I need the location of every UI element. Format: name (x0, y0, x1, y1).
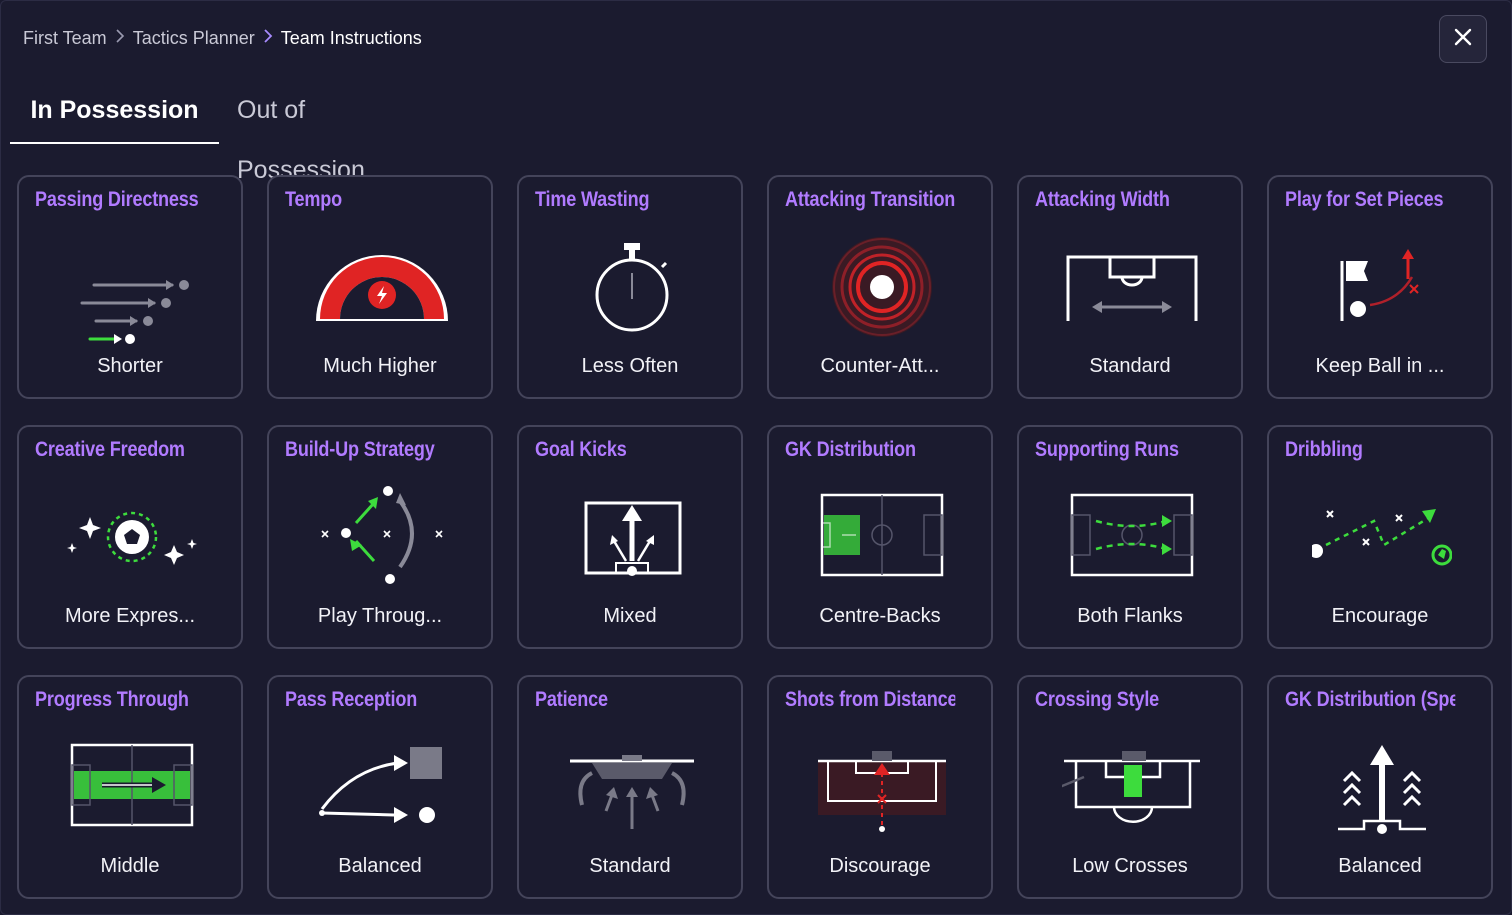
card-progress-through[interactable]: Progress Through Middle (17, 675, 243, 899)
card-value: More Expres... (64, 605, 196, 627)
card-title: Dribbling (1285, 438, 1363, 461)
card-value: Play Throug... (317, 605, 443, 627)
card-value: Counter-Att... (820, 355, 940, 377)
card-attacking-transition[interactable]: Attacking Transition Counter-Att... (767, 175, 993, 399)
card-passing-directness[interactable]: Passing Directness Shorter (17, 175, 243, 399)
stopwatch-icon (562, 225, 702, 355)
card-play-for-set-pieces[interactable]: Play for Set Pieces Keep Ball in ... (1267, 175, 1493, 399)
card-title: Attacking Width (1035, 188, 1170, 211)
card-value: Much Higher (323, 355, 437, 377)
card-title: Creative Freedom (35, 438, 185, 461)
card-title: Play for Set Pieces (1285, 188, 1444, 211)
card-value: Discourage (829, 855, 931, 877)
chevron-right-icon (115, 29, 125, 47)
pitch-width-icon (1062, 225, 1202, 355)
card-value: Shorter (97, 355, 163, 377)
card-title: Supporting Runs (1035, 438, 1179, 461)
card-crossing-style[interactable]: Crossing Style Low Crosses (1017, 675, 1243, 899)
card-pass-reception[interactable]: Pass Reception Balanced (267, 675, 493, 899)
tab-in-possession[interactable]: In Possession (10, 80, 219, 144)
shots-distance-icon (812, 725, 952, 855)
card-shots-from-distance[interactable]: Shots from Distance Discourage (767, 675, 993, 899)
card-tempo[interactable]: Tempo Much Higher (267, 175, 493, 399)
card-value: Encourage (1331, 605, 1429, 627)
card-value: Low Crosses (1072, 855, 1188, 877)
card-creative-freedom[interactable]: Creative Freedom More Expres... (17, 425, 243, 649)
card-goal-kicks[interactable]: Goal Kicks Mixed (517, 425, 743, 649)
dribbling-path-icon (1312, 475, 1452, 605)
card-supporting-runs[interactable]: Supporting Runs Both Flanks (1017, 425, 1243, 649)
card-value: Keep Ball in ... (1315, 355, 1445, 377)
gk-speed-arrows-icon (1312, 725, 1452, 855)
target-rings-icon (812, 225, 952, 355)
card-value: Standard (1089, 355, 1171, 377)
card-title: Crossing Style (1035, 688, 1160, 711)
close-button[interactable] (1439, 15, 1487, 63)
card-title: Pass Reception (285, 688, 418, 711)
pass-reception-icon (312, 725, 452, 855)
instruction-grid: Passing Directness Shorter Tempo Much Hi… (17, 175, 1493, 899)
card-title: Tempo (285, 188, 343, 211)
progress-middle-pitch-icon (62, 725, 202, 855)
gk-distribution-pitch-icon (812, 475, 952, 605)
card-title: Build-Up Strategy (285, 438, 435, 461)
card-title: GK Distribution (Speed) (1285, 688, 1455, 711)
card-title: Progress Through (35, 688, 189, 711)
card-value: Balanced (338, 855, 422, 877)
card-title: Time Wasting (535, 188, 650, 211)
card-value: Centre-Backs (819, 605, 941, 627)
crossing-style-icon (1062, 725, 1202, 855)
breadcrumb-first-team[interactable]: First Team (23, 28, 107, 49)
card-title: Attacking Transition (785, 188, 956, 211)
card-time-wasting[interactable]: Time Wasting Less Often (517, 175, 743, 399)
passing-directness-icon (62, 225, 202, 355)
card-title: Passing Directness (35, 188, 199, 211)
card-attacking-width[interactable]: Attacking Width Standard (1017, 175, 1243, 399)
breadcrumb-tactics-planner[interactable]: Tactics Planner (133, 28, 255, 49)
corner-flag-icon (1312, 225, 1452, 355)
card-value: Balanced (1338, 855, 1422, 877)
card-title: Shots from Distance (785, 688, 956, 711)
tab-out-of-possession[interactable]: Out of Possession (237, 80, 365, 184)
card-patience[interactable]: Patience Standard (517, 675, 743, 899)
build-up-arrows-icon (312, 475, 452, 605)
card-build-up-strategy[interactable]: Build-Up Strategy Play Throug... (267, 425, 493, 649)
goal-kick-arrows-icon (562, 475, 702, 605)
card-title: Patience (535, 688, 608, 711)
card-title: Goal Kicks (535, 438, 627, 461)
close-icon (1454, 28, 1472, 51)
chevron-right-icon (263, 29, 273, 47)
card-gk-distribution[interactable]: GK Distribution Centre-Backs (767, 425, 993, 649)
tempo-gauge-icon (312, 225, 452, 355)
supporting-runs-pitch-icon (1062, 475, 1202, 605)
card-title: GK Distribution (785, 438, 916, 461)
card-value: Mixed (603, 605, 657, 627)
card-gk-distribution-speed[interactable]: GK Distribution (Speed) Balanced (1267, 675, 1493, 899)
card-value: Both Flanks (1077, 605, 1183, 627)
card-value: Middle (100, 855, 160, 877)
breadcrumb-team-instructions: Team Instructions (280, 27, 422, 48)
patience-box-icon (562, 725, 702, 855)
breadcrumb: First Team Tactics Planner Team Instruct… (23, 25, 422, 51)
card-dribbling[interactable]: Dribbling Encourage (1267, 425, 1493, 649)
sparkle-ball-icon (62, 475, 202, 605)
card-value: Standard (589, 855, 671, 877)
card-value: Less Often (581, 355, 679, 377)
